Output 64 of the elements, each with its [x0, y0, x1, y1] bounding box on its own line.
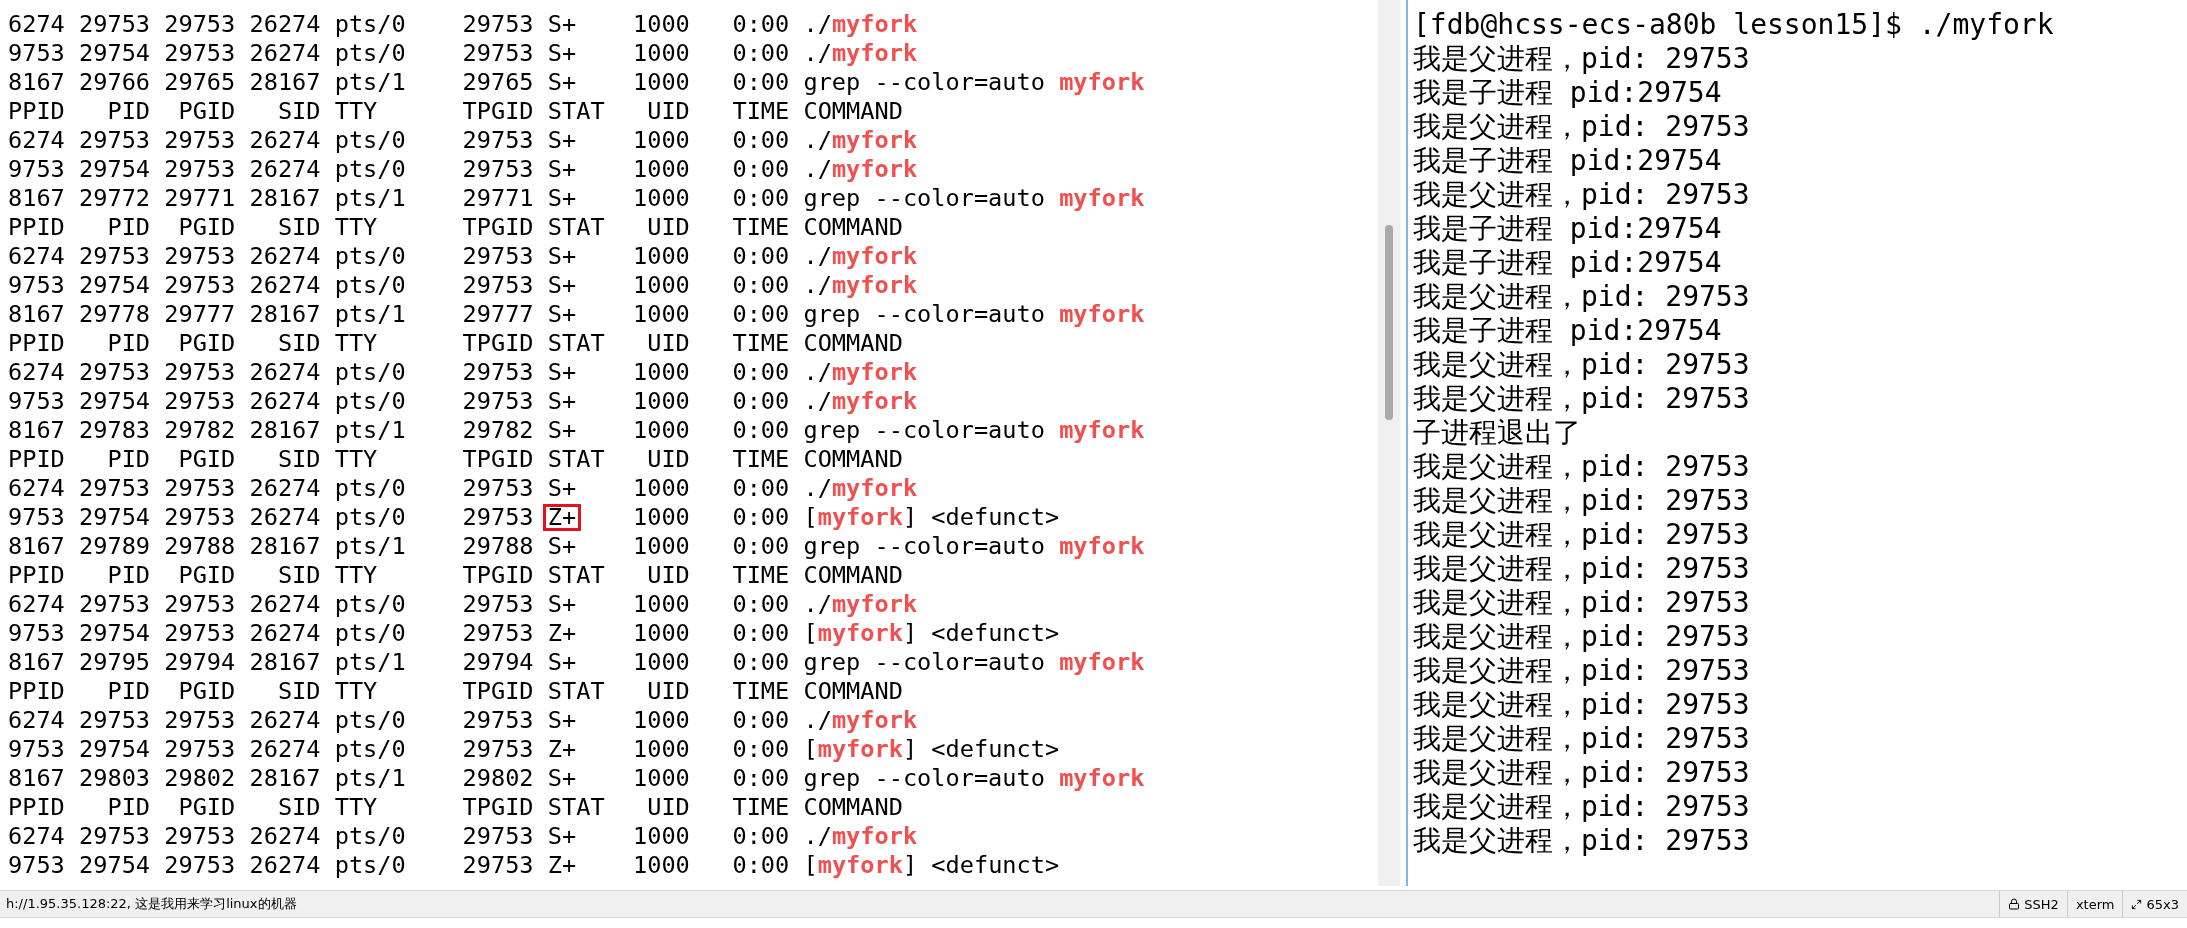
terminal-line: 9753 29754 29753 26274 pts/0 29753 S+ 1000 0:00 ./myfork: [8, 155, 919, 184]
terminal-line: 6274 29753 29753 26274 pts/0 29753 S+ 1000 0:00 ./myfork: [8, 474, 919, 503]
terminal-line: [fdb@hcss-ecs-a80b lesson15]$ ./myfork: [1413, 8, 2055, 42]
lock-icon: [2008, 898, 2021, 910]
terminal-line: 8167 29778 29777 28167 pts/1 29777 S+ 1000 0:00 grep --color=auto myfork: [8, 300, 1146, 329]
terminal-line: PPID PID PGID SID TTY TPGID STAT UID TIME COMMAND: [8, 329, 904, 358]
terminal-line: PPID PID PGID SID TTY TPGID STAT UID TIME COMMAND: [8, 97, 904, 126]
terminal-line: 我是子进程 pid:29754: [1413, 246, 1723, 280]
terminal-line: 我是子进程 pid:29754: [1413, 212, 1723, 246]
terminal-line: 6274 29753 29753 26274 pts/0 29753 S+ 1000 0:00 ./myfork: [8, 10, 919, 39]
terminal-line: 9753 29754 29753 26274 pts/0 29753 Z+ 1000 0:00 [myfork] <defunct>: [8, 619, 1061, 648]
terminal-line: 6274 29753 29753 26274 pts/0 29753 S+ 1000 0:00 ./myfork: [8, 358, 919, 387]
terminal-line: PPID PID PGID SID TTY TPGID STAT UID TIME COMMAND: [8, 677, 904, 706]
terminal-line: 9753 29754 29753 26274 pts/0 29753 S+ 1000 0:00 ./myfork: [8, 39, 919, 68]
terminal-line: 我是父进程，pid: 29753: [1413, 518, 1751, 552]
terminal-line: 6274 29753 29753 26274 pts/0 29753 S+ 1000 0:00 ./myfork: [8, 706, 919, 735]
terminal-line: 我是父进程，pid: 29753: [1413, 348, 1751, 382]
terminal-line: 6274 29753 29753 26274 pts/0 29753 S+ 1000 0:00 ./myfork: [8, 590, 919, 619]
terminal-line: 我是父进程，pid: 29753: [1413, 450, 1751, 484]
terminal-line: 9753 29754 29753 26274 pts/0 29753 S+ 1000 0:00 ./myfork: [8, 387, 919, 416]
terminal-line: 6274 29753 29753 26274 pts/0 29753 S+ 1000 0:00 ./myfork: [8, 126, 919, 155]
terminal-line: 8167 29795 29794 28167 pts/1 29794 S+ 1000 0:00 grep --color=auto myfork: [8, 648, 1146, 677]
terminal-line: PPID PID PGID SID TTY TPGID STAT UID TIME COMMAND: [8, 445, 904, 474]
terminal-line: 我是父进程，pid: 29753: [1413, 722, 1751, 756]
resize-icon: [2131, 898, 2143, 910]
terminal-line: 我是父进程，pid: 29753: [1413, 178, 1751, 212]
terminal-line: 我是子进程 pid:29754: [1413, 144, 1723, 178]
terminal-line: 我是父进程，pid: 29753: [1413, 654, 1751, 688]
terminal-line: 我是子进程 pid:29754: [1413, 314, 1723, 348]
annotation-rectangle: [542, 504, 582, 531]
terminal-line: 子进程退出了: [1413, 416, 1582, 450]
connection-text: h://1.95.35.128:22, 这是我用来学习linux的机器: [5, 895, 298, 913]
terminal-line: 我是父进程，pid: 29753: [1413, 42, 1751, 76]
terminal-line: 8167 29772 29771 28167 pts/1 29771 S+ 1000 0:00 grep --color=auto myfork: [8, 184, 1146, 213]
terminal-line: 9753 29754 29753 26274 pts/0 29753 Z+ 1000 0:00 [myfork] <defunct>: [8, 503, 1061, 532]
terminal-line: 我是父进程，pid: 29753: [1413, 586, 1751, 620]
terminal-line: 我是子进程 pid:29754: [1413, 76, 1723, 110]
scrollbar[interactable]: [1378, 0, 1400, 886]
terminal-line: PPID PID PGID SID TTY TPGID STAT UID TIME COMMAND: [8, 561, 904, 590]
terminal-line: 8167 29766 29765 28167 pts/1 29765 S+ 1000 0:00 grep --color=auto myfork: [8, 68, 1146, 97]
terminal-line: 9753 29754 29753 26274 pts/0 29753 Z+ 1000 0:00 [myfork] <defunct>: [8, 851, 1061, 880]
terminal-line: 9753 29754 29753 26274 pts/0 29753 Z+ 1000 0:00 [myfork] <defunct>: [8, 735, 1061, 764]
terminal-line: 我是父进程，pid: 29753: [1413, 110, 1751, 144]
terminal-line: 我是父进程，pid: 29753: [1413, 484, 1751, 518]
terminal-line: 6274 29753 29753 26274 pts/0 29753 S+ 1000 0:00 ./myfork: [8, 822, 919, 851]
terminal-line: 我是父进程，pid: 29753: [1413, 688, 1751, 722]
terminal-line: 我是父进程，pid: 29753: [1413, 620, 1751, 654]
terminal-type-text: xterm: [2075, 896, 2115, 912]
scrollbar-thumb[interactable]: [1385, 225, 1393, 420]
terminal-line: 我是父进程，pid: 29753: [1413, 382, 1751, 416]
terminal-line: 我是父进程，pid: 29753: [1413, 790, 1751, 824]
terminal-line: 6274 29753 29753 26274 pts/0 29753 S+ 1000 0:00 ./myfork: [8, 242, 919, 271]
terminal-size-text: 65x3: [2146, 896, 2179, 912]
terminal-line: 8167 29803 29802 28167 pts/1 29802 S+ 1000 0:00 grep --color=auto myfork: [8, 764, 1146, 793]
terminal-line: 我是父进程，pid: 29753: [1413, 824, 1751, 858]
terminal-line: 我是父进程，pid: 29753: [1413, 280, 1751, 314]
terminal-line: 9753 29754 29753 26274 pts/0 29753 S+ 1000 0:00 ./myfork: [8, 271, 919, 300]
terminal-line: 8167 29789 29788 28167 pts/1 29788 S+ 1000 0:00 grep --color=auto myfork: [8, 532, 1146, 561]
terminal-line: 8167 29783 29782 28167 pts/1 29782 S+ 1000 0:00 grep --color=auto myfork: [8, 416, 1146, 445]
terminal-line: 我是父进程，pid: 29753: [1413, 756, 1751, 790]
terminal-line: 我是父进程，pid: 29753: [1413, 552, 1751, 586]
protocol-text: SSH2: [2024, 896, 2059, 912]
terminal-line: PPID PID PGID SID TTY TPGID STAT UID TIME COMMAND: [8, 793, 904, 822]
terminal-line: PPID PID PGID SID TTY TPGID STAT UID TIME COMMAND: [8, 213, 904, 242]
